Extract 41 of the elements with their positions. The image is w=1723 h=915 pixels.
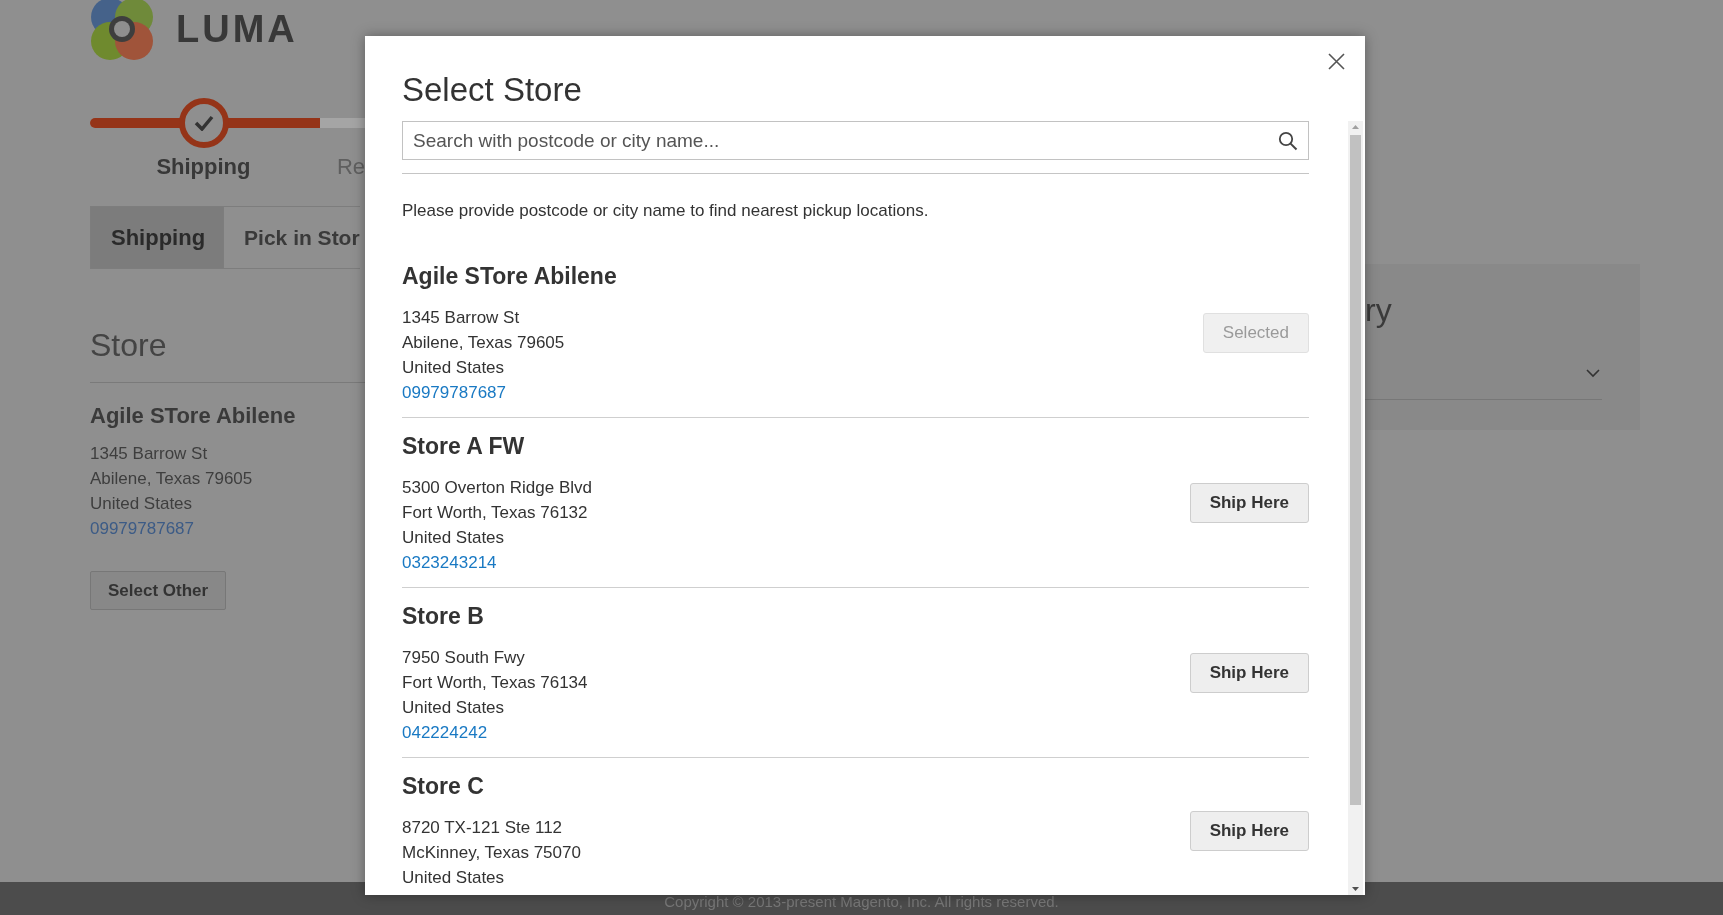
store-name: Agile STore Abilene xyxy=(402,262,617,291)
address-line: 8720 TX-121 Ste 112 xyxy=(402,817,564,839)
store-name: Store C xyxy=(402,772,485,801)
address-line: Abilene, Texas 79605 xyxy=(90,468,253,490)
address-line: United States xyxy=(90,493,193,515)
step-label: Shipping xyxy=(155,154,252,180)
store-name: Store A FW xyxy=(402,432,526,461)
address-line: McKinney, Texas 75070 xyxy=(402,842,581,864)
ship-here-button[interactable]: Ship Here xyxy=(1189,483,1309,523)
address-line: United States xyxy=(402,697,506,719)
close-icon[interactable] xyxy=(1328,53,1345,70)
ship-here-button[interactable]: Ship Here xyxy=(1189,653,1309,693)
tab[interactable]: Shipping xyxy=(90,206,224,269)
panel-title: ry xyxy=(1365,292,1392,329)
section-title: Store xyxy=(90,327,167,364)
address-line: 1345 Barrow St xyxy=(402,307,521,329)
search-icon[interactable] xyxy=(1278,130,1298,151)
phone-link[interactable]: 042224242 xyxy=(402,723,488,742)
address-line: Fort Worth, Texas 76132 xyxy=(402,502,589,524)
address-line: United States xyxy=(402,357,506,379)
chevron-icon[interactable] xyxy=(1586,369,1600,378)
address-line: Fort Worth, Texas 76134 xyxy=(402,672,588,694)
address-line: United States xyxy=(402,867,506,889)
store-name: Store B xyxy=(402,602,485,631)
info-message: Please provide postcode or city name to find nearest pickup locations. xyxy=(402,200,930,222)
address-line: 5300 Overton Ridge Blvd xyxy=(402,477,592,499)
phone-link[interactable]: 0323243214 xyxy=(402,553,497,572)
select-other-button[interactable]: Select Other xyxy=(90,571,227,610)
search-field[interactable]: Search with postcode or city name... xyxy=(402,121,1309,160)
address-line: 7950 South Fwy xyxy=(402,647,526,669)
tab[interactable]: Pick in Stor xyxy=(223,206,360,269)
logo-text: LUMA xyxy=(176,7,298,51)
phone-link[interactable]: 09979787687 xyxy=(402,383,506,402)
ship-here-button[interactable]: Ship Here xyxy=(1189,810,1309,851)
store-name: Agile STore Abilene xyxy=(90,403,296,429)
modal-title: Select Store xyxy=(402,70,582,110)
scrollbar[interactable] xyxy=(1348,121,1363,895)
check-icon xyxy=(194,115,214,131)
address-line: 1345 Barrow St xyxy=(90,443,208,465)
address-line: United States xyxy=(402,527,506,549)
address-line: Abilene, Texas 79605 xyxy=(402,332,566,354)
